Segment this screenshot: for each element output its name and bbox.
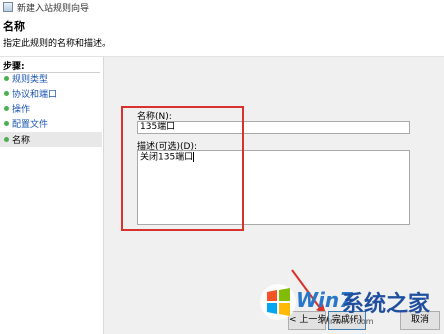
step-bullet-icon (4, 137, 9, 142)
page-subtitle: 指定此规则的名称和描述。 (3, 39, 112, 49)
step-label: 名称 (12, 136, 31, 146)
title-bar: 新建入站规则向导 (0, 0, 444, 14)
steps-panel: 步骤: 规则类型 协议和端口 操作 配置文件 名称 (0, 57, 104, 334)
step-bullet-icon (4, 91, 9, 96)
step-label: 操作 (12, 105, 31, 115)
wizard-app-icon (3, 2, 13, 12)
page-title: 名称 (3, 20, 25, 33)
step-rule-type[interactable]: 规则类型 (0, 71, 102, 86)
watermark-url: Winwin7.com (320, 317, 374, 326)
step-action[interactable]: 操作 (0, 101, 102, 116)
step-bullet-icon (4, 121, 9, 126)
step-name[interactable]: 名称 (0, 132, 102, 147)
step-label: 协议和端口 (12, 90, 58, 100)
step-label: 规则类型 (12, 75, 49, 85)
windows-logo-icon (260, 284, 296, 320)
watermark: Win7 系统之家 Winwin7.com (258, 282, 444, 334)
step-label: 配置文件 (12, 120, 49, 130)
step-protocol-port[interactable]: 协议和端口 (0, 86, 102, 101)
annotation-highlight-box (121, 106, 244, 231)
window-title: 新建入站规则向导 (17, 4, 90, 14)
step-bullet-icon (4, 106, 9, 111)
watermark-brand-cn: 系统之家 (342, 292, 431, 317)
wizard-header: 名称 指定此规则的名称和描述。 (0, 14, 444, 57)
step-profile[interactable]: 配置文件 (0, 116, 102, 131)
step-bullet-icon (4, 76, 9, 81)
